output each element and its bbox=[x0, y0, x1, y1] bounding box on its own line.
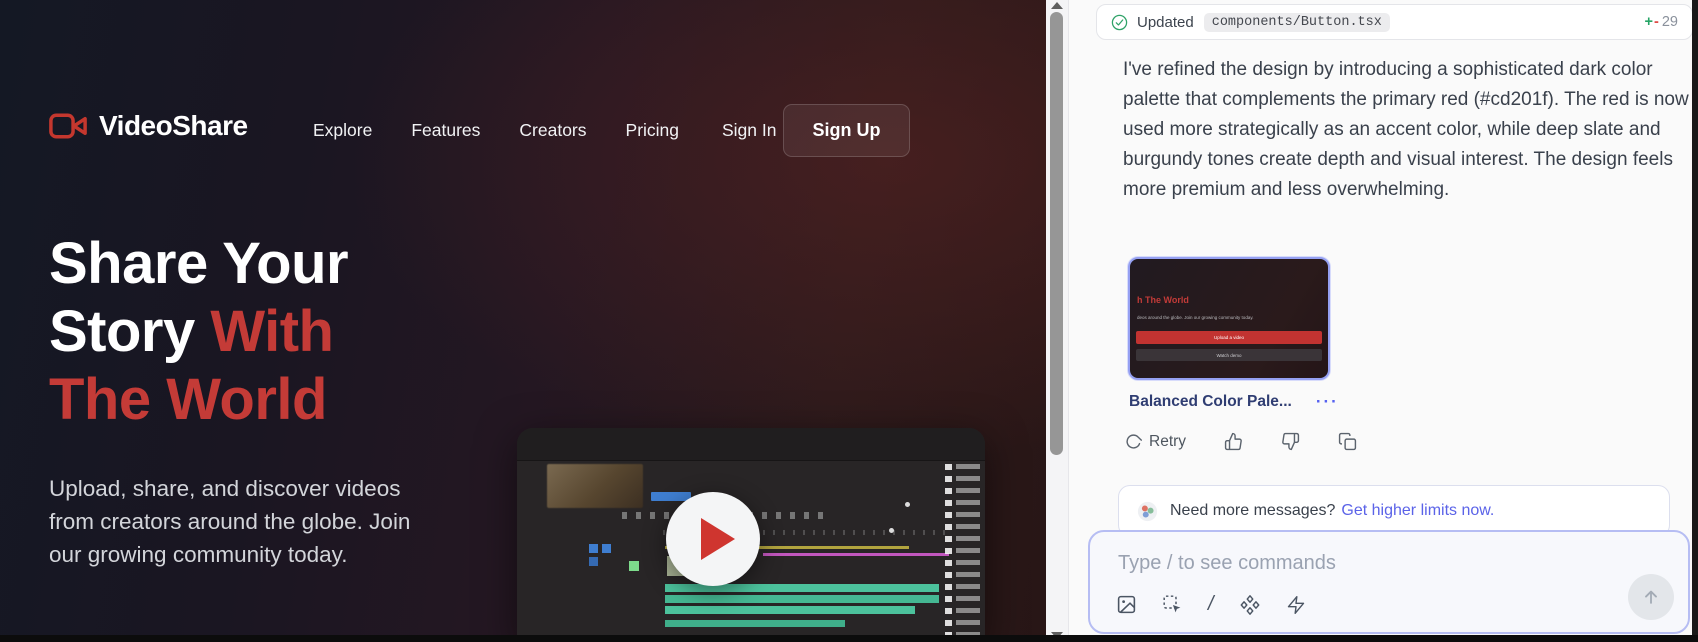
thumbs-down-icon bbox=[1281, 432, 1300, 451]
assistant-message: I've refined the design by introducing a… bbox=[1123, 55, 1693, 205]
scrollbar[interactable] bbox=[1046, 0, 1068, 642]
thumbs-down-button[interactable] bbox=[1281, 432, 1300, 451]
integrations-button[interactable] bbox=[1239, 594, 1261, 616]
version-caption-row: Balanced Color Pale... ··· bbox=[1129, 392, 1389, 412]
brand-name: VideoShare bbox=[99, 110, 248, 142]
editor-decoration bbox=[589, 544, 598, 553]
hero-subtitle: Upload, share, and discover videos from … bbox=[49, 472, 441, 571]
thumbs-up-button[interactable] bbox=[1224, 432, 1243, 451]
sign-up-button[interactable]: Sign Up bbox=[783, 104, 910, 157]
editor-decoration bbox=[905, 502, 910, 507]
editor-decoration bbox=[665, 606, 915, 614]
editor-decoration bbox=[589, 557, 598, 566]
version-thumbnail[interactable]: h The World deos around the globe. Join … bbox=[1128, 257, 1330, 380]
editor-decoration bbox=[602, 544, 611, 553]
select-element-button[interactable] bbox=[1162, 594, 1183, 615]
hero-line-2-white: Story bbox=[49, 299, 210, 364]
editor-decoration bbox=[665, 620, 845, 627]
thumbnail-mini-title: h The World bbox=[1137, 295, 1189, 305]
site-preview: VideoShare Explore Features Creators Pri… bbox=[0, 0, 1046, 642]
editor-decoration bbox=[889, 528, 894, 533]
ellipsis-menu[interactable]: ··· bbox=[1316, 392, 1339, 412]
nav-explore[interactable]: Explore bbox=[313, 120, 372, 141]
nav-creators[interactable]: Creators bbox=[519, 120, 586, 141]
diff-minus: - bbox=[1654, 14, 1659, 30]
editor-decoration bbox=[956, 464, 980, 642]
scroll-up-arrow-icon[interactable] bbox=[1051, 2, 1063, 9]
retry-button[interactable]: Retry bbox=[1125, 433, 1186, 451]
thumbnail-mini-primary-button: Upload a video bbox=[1136, 331, 1322, 344]
copy-button[interactable] bbox=[1338, 432, 1357, 451]
nav-features[interactable]: Features bbox=[411, 120, 480, 141]
editor-decoration bbox=[763, 553, 949, 556]
bottom-edge-strip bbox=[0, 635, 1698, 642]
copy-icon bbox=[1338, 432, 1357, 451]
composer-toolbar: / bbox=[1116, 593, 1306, 616]
gem-icon bbox=[1137, 501, 1158, 522]
diff-plus: + bbox=[1645, 14, 1653, 30]
limits-link[interactable]: Get higher limits now. bbox=[1341, 502, 1494, 520]
hero-video-image bbox=[517, 428, 985, 642]
hero-line-2-red: With bbox=[210, 299, 333, 364]
send-arrow-icon bbox=[1641, 587, 1661, 607]
thumbs-up-icon bbox=[1224, 432, 1243, 451]
version-title: Balanced Color Pale... bbox=[1129, 393, 1292, 411]
diamonds-icon bbox=[1239, 594, 1261, 616]
hero-line-3: The World bbox=[49, 367, 327, 432]
thumbnail-mini-text: deos around the globe. Join our growing … bbox=[1137, 315, 1307, 320]
file-update-card[interactable]: Updated components/Button.tsx +-29 bbox=[1096, 4, 1693, 40]
chat-input[interactable]: Type / to see commands bbox=[1118, 552, 1336, 575]
hero-line-1: Share Your bbox=[49, 231, 348, 296]
thumbnail-mini-secondary-button: Watch demo bbox=[1136, 349, 1322, 361]
play-button[interactable] bbox=[666, 492, 760, 586]
editor-decoration bbox=[547, 464, 643, 508]
update-status: Updated bbox=[1137, 14, 1194, 31]
screen: VideoShare Explore Features Creators Pri… bbox=[0, 0, 1698, 642]
diff-count: 29 bbox=[1662, 14, 1678, 30]
slash-commands-button[interactable]: / bbox=[1208, 593, 1214, 616]
site-nav: Explore Features Creators Pricing bbox=[313, 120, 679, 141]
send-button[interactable] bbox=[1628, 574, 1674, 620]
check-circle-icon bbox=[1111, 14, 1128, 31]
editor-decoration bbox=[517, 428, 985, 461]
message-actions: Retry bbox=[1125, 432, 1357, 451]
retry-label: Retry bbox=[1149, 433, 1186, 451]
slash-icon: / bbox=[1208, 593, 1214, 616]
retry-icon bbox=[1125, 433, 1142, 450]
hero-heading: Share YourStory WithThe World bbox=[49, 230, 348, 434]
diff-stats: +-29 bbox=[1645, 14, 1678, 30]
editor-decoration bbox=[945, 464, 952, 642]
brand: VideoShare bbox=[49, 110, 248, 142]
nav-pricing[interactable]: Pricing bbox=[626, 120, 680, 141]
sign-in-link[interactable]: Sign In bbox=[722, 120, 776, 141]
select-cursor-icon bbox=[1162, 594, 1183, 615]
right-edge-strip bbox=[1692, 0, 1698, 642]
editor-decoration bbox=[629, 561, 639, 571]
play-icon bbox=[701, 518, 735, 560]
quick-actions-button[interactable] bbox=[1286, 595, 1306, 615]
editor-decoration bbox=[665, 595, 939, 603]
image-icon bbox=[1116, 594, 1137, 615]
video-camera-icon bbox=[49, 111, 87, 141]
attach-image-button[interactable] bbox=[1116, 594, 1137, 615]
file-chip: components/Button.tsx bbox=[1204, 13, 1390, 32]
chat-panel: Updated components/Button.tsx +-29 I've … bbox=[1068, 0, 1693, 642]
scrollbar-thumb[interactable] bbox=[1050, 12, 1063, 455]
lightning-icon bbox=[1286, 595, 1306, 615]
limits-text: Need more messages? bbox=[1170, 502, 1335, 520]
composer: Type / to see commands / bbox=[1088, 530, 1690, 634]
